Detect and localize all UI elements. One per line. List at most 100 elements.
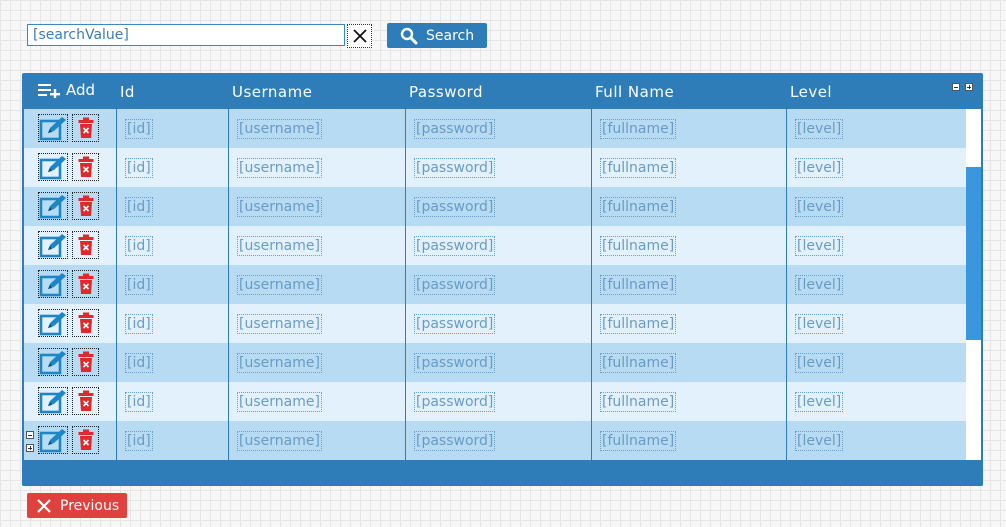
delete-row-button[interactable] [72,387,99,415]
close-icon [352,29,367,43]
edit-icon [39,234,66,258]
cell-username: [username] [237,158,322,178]
edit-icon [39,429,66,453]
edit-row-button[interactable] [38,309,68,337]
search-button[interactable]: Search [387,23,487,48]
table-row[interactable]: [id] [username] [password] [fullname] [level… [24,109,966,148]
edit-row-button[interactable] [38,231,68,259]
trash-icon [78,195,93,216]
previous-button[interactable]: Previous [27,493,127,518]
cell-fullname: [fullname] [600,236,677,256]
edit-icon [39,312,66,336]
edit-row-button[interactable] [38,348,68,376]
cell-username: [username] [237,392,322,412]
search-button-label: Search [426,27,475,44]
cell-password: [password] [414,314,496,334]
cell-password: [password] [414,197,496,217]
search-input[interactable]: [searchValue] [27,24,345,46]
close-x-icon [37,498,51,513]
cell-level: [level] [795,314,844,334]
cell-fullname: [fullname] [600,119,677,139]
cell-username: [username] [237,197,322,217]
clear-search-button[interactable] [347,24,372,48]
collapse-icon[interactable] [952,83,960,91]
cell-id: [id] [125,119,153,139]
cell-id: [id] [125,197,153,217]
cell-level: [level] [795,353,844,373]
cell-username: [username] [237,314,322,334]
cell-level: [level] [795,431,844,451]
cell-id: [id] [125,236,153,256]
expand-icon[interactable] [965,83,973,91]
row-expand-icon[interactable] [26,444,34,452]
delete-row-button[interactable] [72,426,99,454]
cell-id: [id] [125,314,153,334]
search-icon [400,27,418,44]
edit-icon [39,117,66,141]
grid-header: Add Id Username Password Full Name Level [22,73,983,109]
column-header-level[interactable]: Level [790,83,832,101]
cell-fullname: [fullname] [600,275,677,295]
edit-row-button[interactable] [38,426,68,454]
table-row[interactable]: [id] [username] [password] [fullname] [level… [24,265,966,304]
grid-body: [id] [username] [password] [fullname] [level… [24,109,966,460]
trash-icon [78,351,93,372]
edit-row-button[interactable] [38,192,68,220]
add-button[interactable]: Add [38,81,95,99]
cell-id: [id] [125,275,153,295]
table-row[interactable]: [id] [username] [password] [fullname] [level… [24,187,966,226]
cell-password: [password] [414,158,496,178]
delete-row-button[interactable] [72,270,99,298]
delete-row-button[interactable] [72,348,99,376]
column-header-password[interactable]: Password [409,83,483,101]
cell-username: [username] [237,353,322,373]
cell-level: [level] [795,392,844,412]
row-collapse-icon[interactable] [26,431,34,439]
table-row[interactable]: [id] [username] [password] [fullname] [level… [24,148,966,187]
edit-icon [39,195,66,219]
cell-username: [username] [237,275,322,295]
previous-button-label: Previous [60,497,120,514]
column-header-username[interactable]: Username [232,83,312,101]
delete-row-button[interactable] [72,231,99,259]
cell-username: [username] [237,236,322,256]
trash-icon [78,312,93,333]
table-row[interactable]: [id] [username] [password] [fullname] [level… [24,226,966,265]
cell-level: [level] [795,119,844,139]
cell-fullname: [fullname] [600,353,677,373]
column-header-id[interactable]: Id [120,83,135,101]
delete-row-button[interactable] [72,309,99,337]
edit-row-button[interactable] [38,153,68,181]
table-row[interactable]: [id] [username] [password] [fullname] [level… [24,343,966,382]
cell-password: [password] [414,431,496,451]
cell-password: [password] [414,392,496,412]
scrollbar-thumb[interactable] [966,167,981,340]
users-grid: Add Id Username Password Full Name Level… [22,73,983,486]
table-row[interactable]: [id] [username] [password] [fullname] [level… [24,421,966,460]
vertical-scrollbar[interactable] [966,109,981,460]
cell-fullname: [fullname] [600,392,677,412]
delete-row-button[interactable] [72,114,99,142]
playlist-add-icon [38,84,60,98]
cell-password: [password] [414,275,496,295]
cell-id: [id] [125,353,153,373]
cell-fullname: [fullname] [600,314,677,334]
cell-level: [level] [795,158,844,178]
cell-password: [password] [414,236,496,256]
edit-row-button[interactable] [38,387,68,415]
delete-row-button[interactable] [72,153,99,181]
cell-id: [id] [125,158,153,178]
trash-icon [78,156,93,177]
edit-icon [39,351,66,375]
cell-password: [password] [414,119,496,139]
table-row[interactable]: [id] [username] [password] [fullname] [level… [24,382,966,421]
edit-row-button[interactable] [38,270,68,298]
trash-icon [78,429,93,450]
cell-fullname: [fullname] [600,431,677,451]
table-row[interactable]: [id] [username] [password] [fullname] [level… [24,304,966,343]
delete-row-button[interactable] [72,192,99,220]
edit-icon [39,273,66,297]
column-header-full-name[interactable]: Full Name [595,83,674,101]
edit-row-button[interactable] [38,114,68,142]
add-button-label: Add [66,81,96,99]
